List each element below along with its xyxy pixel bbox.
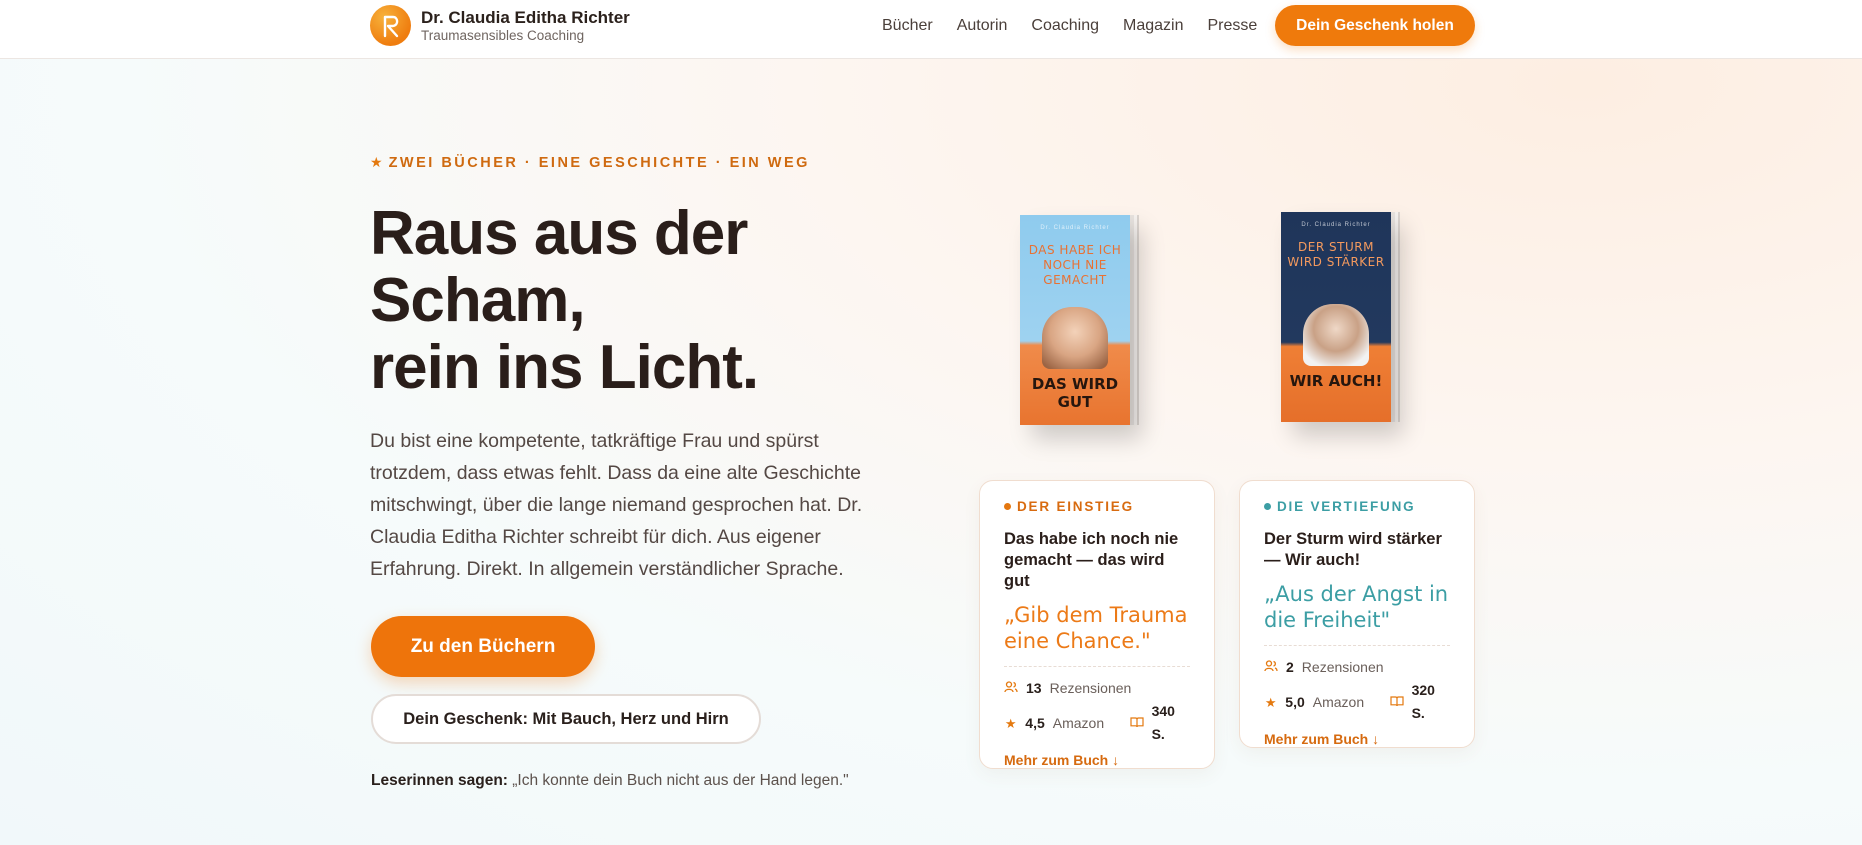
star-icon: ★	[370, 154, 383, 170]
gift-cta-button[interactable]: Dein Geschenk holen	[1275, 5, 1475, 46]
book-card-2: DIE VERTIEFUNG Der Sturm wird stärker — …	[1239, 480, 1475, 748]
reviews-count: 13	[1026, 680, 1042, 696]
star-icon: ★	[1264, 694, 1277, 710]
brand[interactable]: Dr. Claudia Editha Richter Traumasensibl…	[370, 5, 630, 46]
headline-line-3: rein ins Licht.	[370, 333, 759, 402]
testimonial-label: Leserinnen sagen:	[371, 772, 508, 789]
book-cover-author: Dr. Claudia Richter	[1040, 225, 1110, 231]
people-icon	[1004, 677, 1018, 700]
author-portrait	[1042, 307, 1108, 369]
nav-item-buecher[interactable]: Bücher	[882, 17, 933, 35]
book-icon	[1389, 691, 1404, 714]
book-tag: DIE VERTIEFUNG	[1264, 499, 1450, 514]
brand-name: Dr. Claudia Editha Richter	[421, 7, 630, 27]
hero-lead: Du bist eine kompetente, tatkräftige Fra…	[370, 430, 863, 580]
dot-icon	[1004, 503, 1011, 510]
nav-item-magazin[interactable]: Magazin	[1123, 17, 1183, 35]
more-about-book-link[interactable]: Mehr zum Buch ↓	[1264, 731, 1450, 747]
book-cover-subtitle: DAS WIRD GUT	[1031, 375, 1119, 411]
book-cover-subtitle: WIR AUCH!	[1289, 372, 1383, 390]
eyebrow-text: ZWEI BÜCHER · EINE GESCHICHTE · EIN WEG	[388, 154, 810, 171]
book-stats: 13 Rezensionen ★ 4,5 Amazon 340 S.	[1004, 677, 1190, 746]
nav-item-coaching[interactable]: Coaching	[1031, 17, 1099, 35]
more-about-book-link[interactable]: Mehr zum Buch ↓	[1004, 752, 1190, 768]
rating-value: 4,5	[1025, 714, 1045, 731]
site-header: Dr. Claudia Editha Richter Traumasensibl…	[0, 0, 1862, 59]
book-tag: DER EINSTIEG	[1004, 499, 1190, 514]
hero-headline: Raus aus der Scham, rein ins Licht.	[370, 200, 890, 401]
book-quote: „Gib dem Trauma eine Chance."	[1004, 602, 1190, 667]
hero-eyebrow: ★ ZWEI BÜCHER · EINE GESCHICHTE · EIN WE…	[370, 154, 810, 171]
book-icon	[1129, 712, 1144, 735]
rating-source: Amazon	[1052, 714, 1105, 731]
reviews-label: Rezensionen	[1301, 659, 1384, 675]
page-count: 320 S.	[1411, 682, 1435, 721]
book-tag-text: DER EINSTIEG	[1017, 499, 1134, 514]
nav-item-autorin[interactable]: Autorin	[957, 17, 1008, 35]
book-title: Der Sturm wird stärker — Wir auch!	[1264, 530, 1442, 569]
star-icon: ★	[1004, 715, 1017, 731]
page-count: 340 S.	[1151, 703, 1175, 742]
book-title: Das habe ich noch nie gemacht — das wird…	[1004, 530, 1179, 590]
reviews-count: 2	[1286, 659, 1294, 675]
book-quote: „Aus der Angst in die Freiheit"	[1264, 581, 1450, 646]
logo-r-icon	[370, 5, 411, 46]
reviews-label: Rezensionen	[1049, 680, 1132, 696]
to-books-button[interactable]: Zu den Büchern	[371, 616, 595, 677]
book-cover-1[interactable]: Dr. Claudia Richter DAS HABE ICH NOCH NI…	[1020, 215, 1130, 425]
people-icon	[1264, 656, 1278, 679]
testimonial-text: „Ich konnte dein Buch nicht aus der Hand…	[507, 772, 849, 789]
rating-source: Amazon	[1312, 693, 1365, 710]
book-cover-title: DAS HABE ICH NOCH NIE GEMACHT	[1028, 243, 1122, 287]
book-cover-2[interactable]: Dr. Claudia Richter DER STURM WIRD STÄRK…	[1281, 212, 1391, 422]
book-cover-title: DER STURM WIRD STÄRKER	[1287, 240, 1385, 269]
nav-item-presse[interactable]: Presse	[1208, 17, 1258, 35]
testimonial: Leserinnen sagen: „Ich konnte dein Buch …	[371, 772, 849, 790]
brand-subtitle: Traumasensibles Coaching	[421, 27, 585, 43]
dot-icon	[1264, 503, 1271, 510]
book-stats: 2 Rezensionen ★ 5,0 Amazon 320 S.	[1264, 656, 1450, 725]
rating-value: 5,0	[1285, 693, 1305, 710]
headline-line-2: Scham,	[370, 266, 586, 335]
book-tag-text: DIE VERTIEFUNG	[1277, 499, 1416, 514]
main-nav: Bücher Autorin Coaching Magazin Presse	[882, 0, 1257, 52]
headline-line-1: Raus aus der	[370, 199, 748, 268]
author-portrait	[1303, 304, 1369, 366]
book-cover-author: Dr. Claudia Richter	[1301, 222, 1371, 228]
book-card-1: DER EINSTIEG Das habe ich noch nie gemac…	[979, 480, 1215, 769]
gift-button[interactable]: Dein Geschenk: Mit Bauch, Herz und Hirn	[371, 694, 761, 744]
